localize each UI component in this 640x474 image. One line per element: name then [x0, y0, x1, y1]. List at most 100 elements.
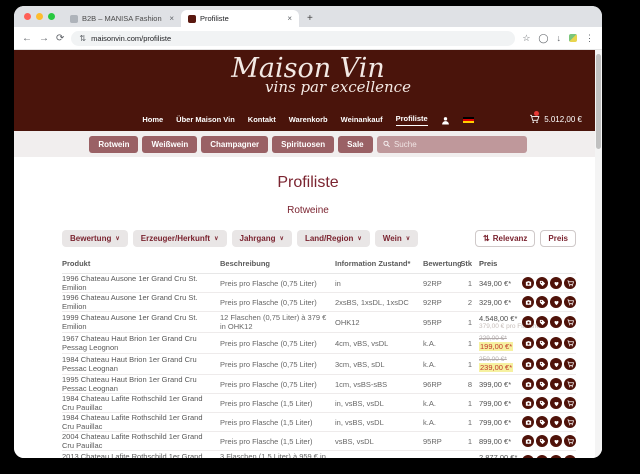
filter-dropdown-erzeuger-herkunft[interactable]: Erzeuger/Herkunft∨ — [133, 230, 227, 247]
quantity-value: 1 — [458, 399, 476, 408]
cart-icon[interactable] — [564, 337, 576, 349]
camera-icon[interactable] — [522, 378, 534, 390]
sort-button-relevanz[interactable]: ⇅Relevanz — [475, 230, 535, 247]
heart-icon[interactable] — [550, 397, 562, 409]
product-name[interactable]: 1996 Chateau Ausone 1er Grand Cru St. Em… — [62, 293, 220, 311]
forward-icon[interactable]: → — [39, 33, 49, 44]
tag-icon[interactable] — [536, 397, 548, 409]
camera-icon[interactable] — [522, 435, 534, 447]
heart-icon[interactable] — [550, 416, 562, 428]
tag-icon[interactable] — [536, 296, 548, 308]
filter-dropdown-wein[interactable]: Wein∨ — [375, 230, 418, 247]
heart-icon[interactable] — [550, 296, 562, 308]
cart-icon[interactable] — [564, 416, 576, 428]
camera-icon[interactable] — [522, 296, 534, 308]
rating-value: k.A. — [423, 339, 458, 348]
new-tab-button[interactable]: + — [299, 13, 321, 27]
cart-icon[interactable] — [564, 397, 576, 409]
scrollbar-thumb[interactable] — [596, 54, 601, 149]
camera-icon[interactable] — [522, 416, 534, 428]
product-name[interactable]: 1967 Chateau Haut Brion 1er Grand Cru Pe… — [62, 334, 220, 352]
category-button-sale[interactable]: Sale — [338, 136, 372, 153]
product-name[interactable]: 1995 Chateau Haut Brion 1er Grand Cru Pe… — [62, 375, 220, 393]
cart-icon[interactable] — [564, 296, 576, 308]
camera-icon[interactable] — [522, 455, 534, 458]
browser-tab[interactable]: Profiliste× — [181, 10, 299, 27]
heart-icon[interactable] — [550, 455, 562, 458]
cart-icon[interactable] — [564, 316, 576, 328]
bookmark-star-icon[interactable]: ☆ — [522, 33, 530, 44]
site-logo[interactable]: Maison Vin vins par excellence — [14, 50, 602, 94]
reload-icon[interactable]: ⟳ — [56, 33, 64, 44]
heart-icon[interactable] — [550, 337, 562, 349]
product-name[interactable]: 1984 Chateau Haut Brion 1er Grand Cru Pe… — [62, 355, 220, 373]
price: 239,00 €* — [479, 363, 513, 372]
nav-item-profiliste[interactable]: Profiliste — [396, 114, 428, 126]
heart-icon[interactable] — [550, 435, 562, 447]
page-scrollbar[interactable] — [595, 50, 602, 458]
minimize-window-button[interactable] — [36, 13, 43, 20]
header-cart[interactable]: 5.012,00 € — [529, 114, 582, 124]
tag-icon[interactable] — [536, 435, 548, 447]
close-window-button[interactable] — [24, 13, 31, 20]
site-settings-icon[interactable]: ⇅ — [79, 34, 86, 43]
filter-dropdown-land-region[interactable]: Land/Region∨ — [297, 230, 370, 247]
nav-item-home[interactable]: Home — [142, 115, 163, 126]
profile-icon[interactable]: ◯ — [538, 33, 548, 44]
camera-icon[interactable] — [522, 358, 534, 370]
cart-icon[interactable] — [564, 358, 576, 370]
sort-button-preis[interactable]: Preis — [540, 230, 576, 247]
nav-item-kontakt[interactable]: Kontakt — [248, 115, 276, 126]
browser-menu-icon[interactable]: ⋮ — [585, 33, 594, 44]
camera-icon[interactable] — [522, 397, 534, 409]
back-icon[interactable]: ← — [22, 33, 32, 44]
rating-value: 95RP — [423, 318, 458, 327]
heart-icon[interactable] — [550, 378, 562, 390]
search-box[interactable] — [377, 136, 527, 153]
product-name[interactable]: 1999 Chateau Ausone 1er Grand Cru St. Em… — [62, 313, 220, 331]
cart-icon[interactable] — [564, 455, 576, 458]
cart-icon[interactable] — [564, 435, 576, 447]
category-button-champagner[interactable]: Champagner — [201, 136, 268, 153]
download-icon[interactable]: ↓ — [557, 33, 562, 43]
nav-item-weinankauf[interactable]: Weinankauf — [341, 115, 383, 126]
camera-icon[interactable] — [522, 277, 534, 289]
camera-icon[interactable] — [522, 337, 534, 349]
tag-icon[interactable] — [536, 337, 548, 349]
url-bar[interactable]: ⇅ maisonvin.com/profiliste — [71, 31, 515, 46]
german-flag-icon[interactable] — [463, 117, 474, 124]
close-tab-icon[interactable]: × — [169, 14, 174, 23]
filter-dropdown-bewertung[interactable]: Bewertung∨ — [62, 230, 128, 247]
nav-item--ber-maison-vin[interactable]: Über Maison Vin — [176, 115, 235, 126]
extension-icon[interactable] — [569, 34, 577, 42]
cart-icon[interactable] — [564, 277, 576, 289]
zoom-window-button[interactable] — [48, 13, 55, 20]
browser-tab[interactable]: B2B – MANISA Fashion× — [63, 10, 181, 27]
camera-icon[interactable] — [522, 316, 534, 328]
close-tab-icon[interactable]: × — [287, 14, 292, 23]
category-button-wei-wein[interactable]: Weißwein — [142, 136, 197, 153]
tag-icon[interactable] — [536, 378, 548, 390]
tag-icon[interactable] — [536, 416, 548, 428]
category-button-rotwein[interactable]: Rotwein — [89, 136, 138, 153]
product-name[interactable]: 1984 Chateau Lafite Rothschild 1er Grand… — [62, 413, 220, 431]
tag-icon[interactable] — [536, 277, 548, 289]
product-name[interactable]: 1996 Chateau Ausone 1er Grand Cru St. Em… — [62, 274, 220, 292]
heart-icon[interactable] — [550, 358, 562, 370]
filter-dropdown-jahrgang[interactable]: Jahrgang∨ — [232, 230, 292, 247]
cart-icon[interactable] — [564, 378, 576, 390]
product-name[interactable]: 1984 Chateau Lafite Rothschild 1er Grand… — [62, 394, 220, 412]
product-name[interactable]: 2004 Chateau Lafite Rothschild 1er Grand… — [62, 432, 220, 450]
chevron-down-icon: ∨ — [357, 235, 361, 242]
tag-icon[interactable] — [536, 316, 548, 328]
category-button-spirituosen[interactable]: Spirituosen — [272, 136, 334, 153]
product-name[interactable]: 2013 Chateau Lafite Rothschild 1er Grand… — [62, 452, 220, 458]
search-input[interactable] — [394, 140, 521, 149]
nav-item-warenkorb[interactable]: Warenkorb — [289, 115, 328, 126]
tag-icon[interactable] — [536, 455, 548, 458]
heart-icon[interactable] — [550, 316, 562, 328]
heart-icon[interactable] — [550, 277, 562, 289]
price: 349,00 €* — [479, 279, 511, 288]
account-icon[interactable] — [441, 116, 450, 125]
tag-icon[interactable] — [536, 358, 548, 370]
